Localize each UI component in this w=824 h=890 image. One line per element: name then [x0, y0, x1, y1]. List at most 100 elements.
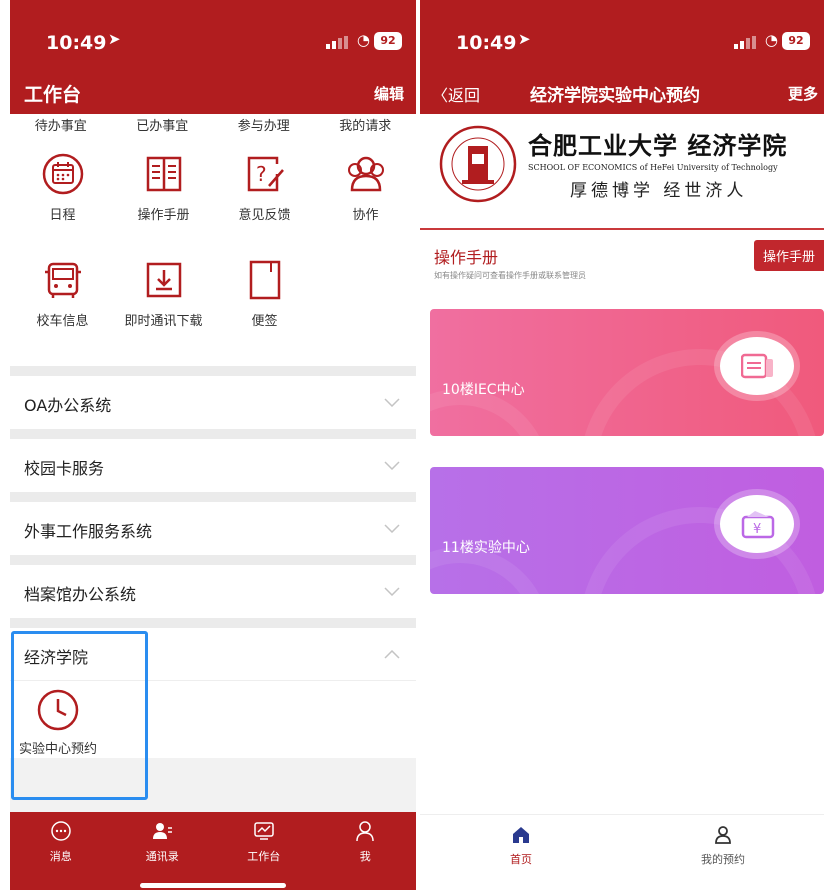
- selection-highlight: [11, 631, 148, 800]
- manual-title: 操作手册: [434, 248, 499, 267]
- tab-home[interactable]: 首页: [420, 815, 622, 890]
- page-title: 经济学院实验中心预约: [530, 86, 700, 106]
- tab-participated[interactable]: 参与办理: [213, 114, 315, 144]
- shortcut-manual[interactable]: 操作手册: [113, 144, 214, 250]
- shortcut-label: 即时通讯下载: [124, 314, 203, 329]
- shortcut-grid: 日程 操作手册 ? 意见反馈 协作 校车信息 即时通讯下载 便签: [10, 144, 416, 356]
- venue-card-lab[interactable]: 11楼实验中心 ¥: [430, 467, 824, 594]
- shortcut-bus[interactable]: 校车信息: [12, 250, 113, 356]
- contacts-icon: [153, 823, 173, 839]
- tab-messages[interactable]: 消息: [10, 812, 112, 890]
- shortcut-collaborate[interactable]: 协作: [315, 144, 416, 250]
- divider: [10, 555, 416, 565]
- chevron-left-icon: 〈: [432, 86, 449, 105]
- accordion-label: OA办公系统: [24, 396, 112, 415]
- chevron-down-icon: [384, 398, 400, 407]
- tab-my-requests[interactable]: 我的请求: [315, 114, 417, 144]
- accordion-campus-card[interactable]: 校园卡服务: [10, 439, 416, 492]
- chevron-down-icon: [384, 524, 400, 533]
- edit-button[interactable]: 编辑: [374, 83, 404, 104]
- accordion-oa-system[interactable]: OA办公系统: [10, 376, 416, 429]
- tab-my-bookings[interactable]: 我的预约: [622, 815, 824, 890]
- manual-hint: 如有操作疑问可查看操作手册或联系管理员: [434, 271, 586, 280]
- divider: [10, 492, 416, 502]
- shortcut-download[interactable]: 即时通讯下载: [113, 250, 214, 356]
- more-button[interactable]: 更多: [788, 83, 818, 104]
- message-icon: [51, 821, 71, 841]
- top-navbar: 〈返回 经济学院实验中心预约 更多: [420, 74, 824, 114]
- wifi-icon: ◔: [764, 31, 778, 49]
- accordion-label: 外事工作服务系统: [24, 522, 153, 541]
- divider: [10, 366, 416, 376]
- page-title: 工作台: [24, 84, 82, 106]
- shortcut-label: 意见反馈: [238, 208, 291, 223]
- people-icon: [347, 156, 384, 192]
- tab-workbench[interactable]: 工作台: [213, 812, 315, 890]
- note-icon: [249, 260, 280, 300]
- tab-label: 我的预约: [701, 853, 745, 866]
- college-banner: 合肥工业大学 经济学院 SCHOOL OF ECONOMICS of HeFei…: [420, 114, 824, 230]
- home-indicator: [140, 883, 286, 888]
- status-bar: 10:49 ➤ ◔ 92: [10, 0, 416, 74]
- venue-card-iec[interactable]: 10楼IEC中心: [430, 309, 824, 436]
- accordion-label: 档案馆办公系统: [24, 585, 137, 604]
- location-icon: ➤: [108, 30, 121, 48]
- shortcut-label: 协作: [352, 208, 379, 223]
- top-navbar: 工作台 编辑: [10, 74, 416, 114]
- battery-badge: 92: [782, 32, 810, 50]
- tab-label: 消息: [49, 850, 72, 863]
- location-icon: ➤: [518, 30, 531, 48]
- tab-label: 我: [359, 850, 371, 863]
- chevron-down-icon: [384, 587, 400, 596]
- monitor-icon: [254, 822, 274, 840]
- book-icon: [146, 156, 181, 192]
- wallet-icon: ¥: [741, 511, 775, 539]
- divider: [10, 618, 416, 628]
- user-icon: [356, 821, 374, 842]
- bus-icon: [44, 262, 81, 298]
- shortcut-label: 便签: [251, 314, 278, 329]
- back-button[interactable]: 〈返回: [432, 82, 480, 106]
- tab-done[interactable]: 已办事宜: [112, 114, 214, 144]
- college-motto: 厚德博学 经世济人: [570, 181, 748, 201]
- download-icon: [146, 262, 181, 298]
- shortcut-label: 操作手册: [137, 208, 190, 223]
- battery-badge: 92: [374, 32, 402, 50]
- shortcut-notes[interactable]: 便签: [214, 250, 315, 356]
- home-icon: [513, 827, 529, 843]
- tab-me[interactable]: 我: [315, 812, 417, 890]
- tab-contacts[interactable]: 通讯录: [112, 812, 214, 890]
- college-english-name: SCHOOL OF ECONOMICS of HeFei University …: [528, 163, 778, 172]
- status-time: 10:49: [46, 32, 107, 54]
- accordion-label: 校园卡服务: [24, 459, 105, 478]
- shortcut-feedback[interactable]: ? 意见反馈: [214, 144, 315, 250]
- manual-button[interactable]: 操作手册: [753, 240, 824, 271]
- shortcut-panel: 待办事宜 已办事宜 参与办理 我的请求 日程 操作手册 ? 意见反馈 协作 校车…: [10, 114, 416, 366]
- user-icon: [715, 826, 731, 844]
- venue-badge: ¥: [720, 495, 794, 553]
- tab-todo[interactable]: 待办事宜: [10, 114, 112, 144]
- accordion-foreign-affairs[interactable]: 外事工作服务系统: [10, 502, 416, 555]
- signal-icon: [326, 36, 348, 49]
- tab-label: 通讯录: [145, 850, 179, 863]
- bottom-tabbar: 首页 我的预约: [420, 814, 824, 890]
- university-seal-icon: [439, 125, 517, 203]
- shortcut-label: 校车信息: [36, 314, 89, 329]
- venue-badge: [720, 337, 794, 395]
- divider: [10, 429, 416, 439]
- venue-label: 10楼IEC中心: [442, 382, 525, 398]
- tab-label: 工作台: [247, 850, 281, 863]
- bottom-tabbar: 消息 通讯录 工作台 我: [10, 812, 416, 890]
- status-time: 10:49: [456, 32, 517, 54]
- document-icon: [741, 353, 773, 379]
- college-name: 合肥工业大学 经济学院: [528, 131, 788, 160]
- calendar-icon: [42, 153, 83, 195]
- accordion-archives[interactable]: 档案馆办公系统: [10, 565, 416, 618]
- shortcut-label: 日程: [49, 208, 76, 223]
- task-tabs: 待办事宜 已办事宜 参与办理 我的请求: [10, 114, 416, 144]
- svg-text:?: ?: [256, 162, 267, 186]
- wifi-icon: ◔: [356, 31, 370, 49]
- tab-label: 首页: [510, 853, 532, 866]
- shortcut-calendar[interactable]: 日程: [12, 144, 113, 250]
- venue-label: 11楼实验中心: [442, 540, 530, 556]
